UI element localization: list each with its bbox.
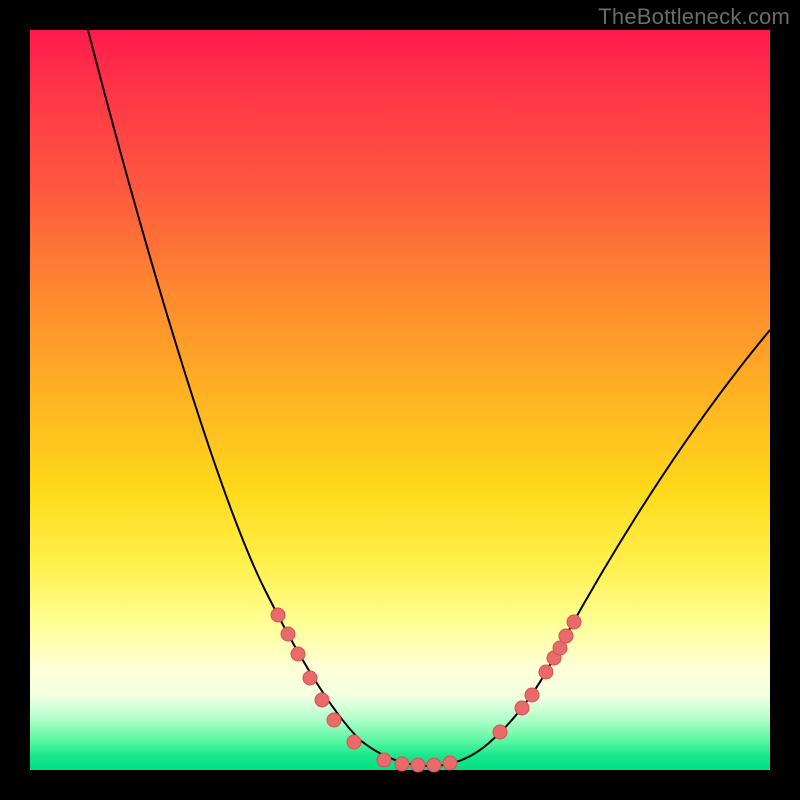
curve-marker [347,735,361,749]
chart-svg [30,30,770,770]
curve-marker [303,671,317,685]
curve-marker [395,757,409,771]
chart-frame: TheBottleneck.com [0,0,800,800]
curve-marker [291,647,305,661]
curve-marker [271,608,285,622]
chart-plot-area [30,30,770,770]
curve-marker [515,701,529,715]
curve-marker [559,629,573,643]
curve-markers [271,608,581,772]
bottleneck-curve [88,30,770,766]
curve-marker [525,688,539,702]
curve-marker [567,615,581,629]
watermark-text: TheBottleneck.com [598,4,790,30]
curve-marker [493,725,507,739]
curve-marker [539,665,553,679]
curve-marker [427,758,441,772]
curve-marker [443,756,457,770]
curve-marker [315,693,329,707]
curve-marker [411,758,425,772]
curve-marker [377,753,391,767]
curve-marker [327,713,341,727]
curve-marker [281,627,295,641]
